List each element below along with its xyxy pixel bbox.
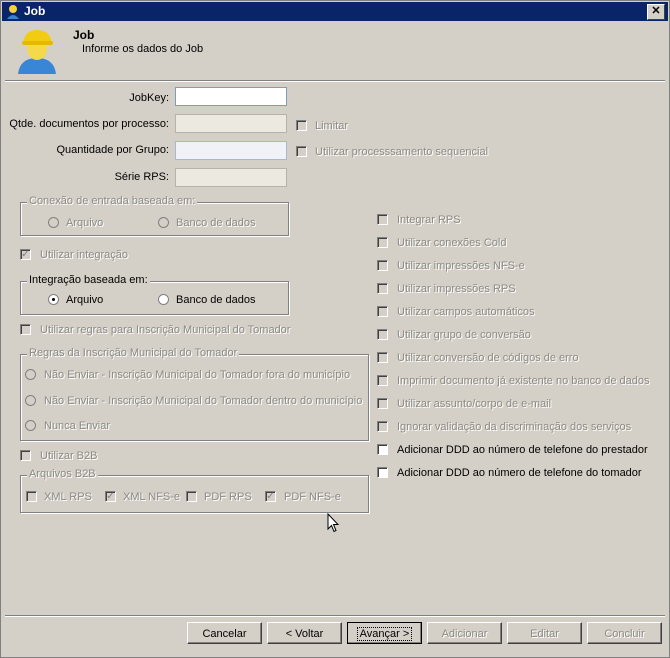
header-subtitle: Informe os dados do Job [82,43,204,55]
regras-label: Utilizar regras para Inscrição Municipal… [40,324,291,336]
option-label: Adicionar DDD ao número de telefone do p… [397,444,648,456]
limitar-label: Limitar [315,120,349,132]
worker-avatar-icon [18,30,56,74]
regras-opt1-label: Não Enviar - Inscrição Municipal do Toma… [44,369,351,381]
regras-checkbox[interactable] [20,324,31,335]
regras-group-title: Regras da Inscrição Municipal do Tomador [27,347,240,359]
option-label: Utilizar grupo de conversão [397,329,531,341]
conexao-arquivo-label: Arquivo [66,217,104,229]
sequencial-checkbox[interactable] [296,146,307,157]
option-checkbox[interactable] [377,237,388,248]
conexao-title: Conexão de entrada baseada em: [27,195,198,207]
xml-nfse-checkbox[interactable]: ✓ [105,491,116,502]
mouse-cursor-icon [327,513,340,533]
option-checkbox[interactable] [377,398,388,409]
add-button[interactable]: Adicionar [427,622,502,644]
option-checkbox[interactable] [377,375,388,386]
title-bar: Job ✕ [2,2,668,21]
integracao-arquivo-radio[interactable] [48,294,59,305]
option-checkbox[interactable] [377,444,388,455]
option-checkbox[interactable] [377,421,388,432]
regras-opt3-label: Nunca Enviar [44,420,111,432]
regras-opt2-radio[interactable] [25,395,36,406]
xml-rps-label: XML RPS [44,491,92,503]
serie-label: Série RPS: [114,171,169,183]
option-label: Utilizar assunto/corpo de e-mail [397,398,552,410]
option-label: Ignorar validação da discriminação dos s… [397,421,632,433]
option-label: Imprimir documento já existente no banco… [397,375,650,387]
limitar-checkbox[interactable] [296,120,307,131]
pdf-rps-label: PDF RPS [204,491,252,503]
close-button[interactable]: ✕ [647,4,665,20]
integracao-arquivo-label: Arquivo [66,294,104,306]
integracao-checkbox[interactable]: ✓ [20,249,31,260]
b2b-group: Arquivos B2B XML RPS ✓ XML NFS-e PDF RPS… [20,468,369,513]
integracao-group: Integração baseada em: Arquivo Banco de … [20,274,289,315]
conexao-banco-radio[interactable] [158,217,169,228]
option-checkbox[interactable] [377,214,388,225]
option-label: Utilizar impressões RPS [397,283,516,295]
option-checkbox[interactable] [377,306,388,317]
job-dialog: Job ✕ Job Informe os dados do Job JobKey… [0,0,670,658]
finish-button[interactable]: Concluir [587,622,662,644]
qtd-grupo-input[interactable] [175,141,287,160]
option-checkbox[interactable] [377,260,388,271]
footer-divider [5,615,665,617]
option-label: Utilizar impressões NFS-e [397,260,525,272]
regras-group: Regras da Inscrição Municipal do Tomador… [20,347,369,441]
cancel-button[interactable]: Cancelar [187,622,262,644]
b2b-label: Utilizar B2B [40,450,98,462]
option-checkbox[interactable] [377,283,388,294]
integracao-label: Utilizar integração [40,249,129,261]
option-label: Adicionar DDD ao número de telefone do t… [397,467,642,479]
edit-button[interactable]: Editar [507,622,582,644]
pdf-nfse-label: PDF NFS-e [284,491,341,503]
next-button-label: Avançar > [356,627,413,641]
xml-rps-checkbox[interactable] [26,491,37,502]
option-checkbox[interactable] [377,352,388,363]
regras-opt2-label: Não Enviar - Inscrição Municipal do Toma… [44,395,363,407]
regras-opt1-radio[interactable] [25,369,36,380]
back-button[interactable]: < Voltar [267,622,342,644]
integracao-banco-label: Banco de dados [176,294,256,306]
jobkey-input[interactable] [175,87,287,106]
sequencial-label: Utilizar processsamento sequencial [315,146,489,158]
option-checkbox[interactable] [377,329,388,340]
pdf-nfse-checkbox[interactable]: ✓ [265,491,276,502]
conexao-arquivo-radio[interactable] [48,217,59,228]
next-button[interactable]: Avançar > [347,622,422,644]
worker-icon [7,5,19,19]
qtde-input[interactable] [175,114,287,133]
option-label: Utilizar campos automáticos [397,306,535,318]
option-checkbox[interactable] [377,467,388,478]
option-label: Utilizar conexões Cold [397,237,507,249]
option-label: Integrar RPS [397,214,461,226]
pdf-rps-checkbox[interactable] [186,491,197,502]
qtd-grupo-label: Quantidade por Grupo: [56,144,169,156]
header-title: Job [73,28,95,42]
header-divider [5,80,665,82]
regras-opt3-radio[interactable] [25,420,36,431]
serie-input[interactable] [175,168,287,187]
option-label: Utilizar conversão de códigos de erro [397,352,579,364]
b2b-group-title: Arquivos B2B [27,468,98,480]
window-title: Job [24,4,46,18]
jobkey-label: JobKey: [129,92,169,104]
b2b-checkbox[interactable] [20,450,31,461]
integracao-group-title: Integração baseada em: [27,274,150,286]
xml-nfse-label: XML NFS-e [123,491,181,503]
conexao-banco-label: Banco de dados [176,217,256,229]
qtde-label: Qtde. documentos por processo: [9,118,169,130]
integracao-banco-radio[interactable] [158,294,169,305]
conexao-group: Conexão de entrada baseada em: Arquivo B… [20,195,289,236]
